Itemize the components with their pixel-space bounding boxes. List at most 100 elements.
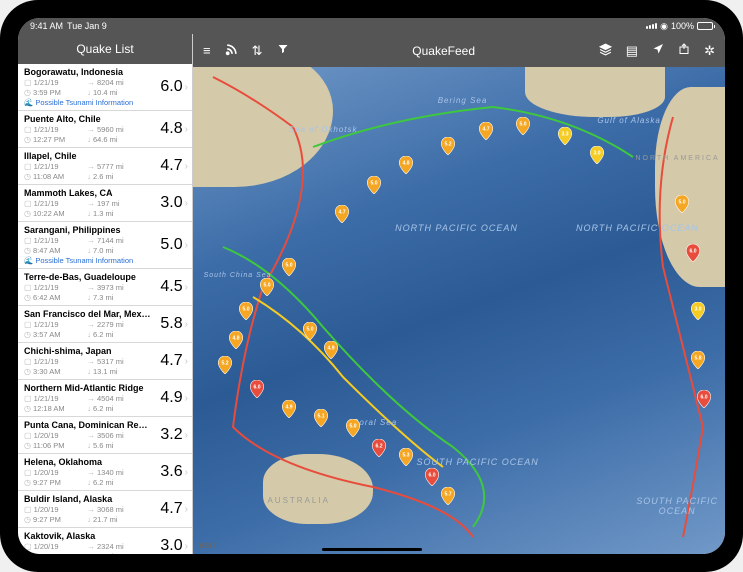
quake-time: 9:27 PM [33, 515, 61, 524]
quake-time: 9:20 PM [33, 552, 61, 554]
quake-distance: 3068 mi [97, 505, 124, 514]
map-pin[interactable]: 4.8 [229, 331, 243, 349]
chevron-right-icon: › [185, 161, 188, 172]
quake-date: 1/20/19 [34, 468, 59, 477]
quake-item[interactable]: Punta Cana, Dominican Repub… ▢1/20/19 →3… [18, 417, 192, 454]
map-pin[interactable]: 5.2 [218, 356, 232, 374]
sort-icon[interactable]: ⇅ [252, 43, 263, 59]
settings-icon[interactable]: ✲ [704, 43, 715, 59]
quake-distance: 2279 mi [97, 320, 124, 329]
layers-icon[interactable] [599, 43, 612, 59]
depth-icon: ↓ [87, 246, 91, 255]
quake-item[interactable]: Terre-de-Bas, Guadeloupe ▢1/21/19 →3973 … [18, 269, 192, 306]
distance-icon: → [87, 78, 95, 87]
map-pin[interactable]: 5.0 [516, 117, 530, 135]
quake-item[interactable]: Mammoth Lakes, CA ▢1/21/19 →197 mi ◷10:2… [18, 185, 192, 222]
map-pin[interactable]: 5.0 [303, 322, 317, 340]
distance-icon: → [87, 542, 95, 551]
quake-date: 1/21/19 [34, 162, 59, 171]
quake-date: 1/20/19 [34, 431, 59, 440]
label-south-pacific-2: SOUTH PACIFIC OCEAN [629, 496, 725, 516]
svg-text:4.7: 4.7 [338, 209, 345, 215]
calendar-icon: ▢ [24, 236, 32, 245]
list-icon[interactable]: ▤ [626, 43, 638, 59]
map-pin[interactable]: 3.0 [691, 302, 705, 320]
quake-location: San Francisco del Mar, Mexico [24, 309, 153, 319]
map-pin[interactable]: 5.0 [239, 302, 253, 320]
battery-icon [697, 22, 713, 30]
quake-item[interactable]: Helena, Oklahoma ▢1/20/19 →1340 mi ◷9:27… [18, 454, 192, 491]
home-indicator[interactable] [322, 548, 422, 551]
quake-item[interactable]: Kaktovik, Alaska ▢1/20/19 →2324 mi ◷9:20… [18, 528, 192, 554]
quake-list[interactable]: Bogorawatu, Indonesia ▢1/21/19 →8204 mi … [18, 64, 192, 554]
quake-magnitude: 3.0 [153, 194, 183, 212]
wifi-icon: ◉ [660, 21, 668, 32]
map-pin[interactable]: 4.7 [479, 122, 493, 140]
quake-magnitude: 4.8 [153, 120, 183, 138]
quake-depth: 1.3 mi [93, 209, 113, 218]
map-pin[interactable]: 6.0 [686, 244, 700, 262]
quake-item[interactable]: San Francisco del Mar, Mexico ▢1/21/19 →… [18, 306, 192, 343]
map-pin[interactable]: 5.0 [367, 176, 381, 194]
map-pin[interactable]: 3.3 [558, 127, 572, 145]
map-pin[interactable]: 6.0 [425, 468, 439, 486]
quake-magnitude: 4.7 [153, 500, 183, 518]
map-pin[interactable]: 5.0 [346, 419, 360, 437]
quake-distance: 197 mi [97, 199, 120, 208]
map-pin[interactable]: 3.0 [590, 146, 604, 164]
quake-magnitude: 6.0 [153, 78, 183, 96]
map-pin[interactable]: 6.2 [372, 439, 386, 457]
svg-text:4.7: 4.7 [482, 126, 489, 132]
calendar-icon: ▢ [24, 78, 32, 87]
svg-text:6.2: 6.2 [376, 443, 383, 449]
svg-text:5.0: 5.0 [243, 307, 250, 313]
filter-icon[interactable] [277, 43, 289, 59]
feed-icon[interactable] [225, 43, 238, 59]
map-pin[interactable]: 4.8 [399, 156, 413, 174]
svg-text:5.0: 5.0 [370, 180, 377, 186]
menu-icon[interactable]: ≡ [203, 43, 211, 59]
quake-depth: 13.1 mi [93, 367, 118, 376]
quake-location: Illapel, Chile [24, 151, 153, 161]
map[interactable]: NORTH PACIFIC OCEAN NORTH PACIFIC OCEAN … [193, 67, 725, 554]
quake-item[interactable]: Buldir Island, Alaska ▢1/20/19 →3068 mi … [18, 491, 192, 528]
quake-item[interactable]: Puente Alto, Chile ▢1/21/19 →5960 mi ◷12… [18, 111, 192, 148]
map-pin[interactable]: 5.1 [314, 409, 328, 427]
svg-text:6.0: 6.0 [429, 472, 436, 478]
map-pin[interactable]: 5.0 [260, 278, 274, 296]
distance-icon: → [87, 357, 95, 366]
label-north-pacific: NORTH PACIFIC OCEAN [395, 223, 518, 233]
share-icon[interactable] [678, 43, 690, 59]
map-pin[interactable]: 4.7 [335, 205, 349, 223]
map-pin[interactable]: 6.0 [250, 380, 264, 398]
map-pin[interactable]: 4.9 [282, 400, 296, 418]
quake-magnitude: 4.5 [153, 278, 183, 296]
map-pin[interactable]: 5.7 [441, 487, 455, 505]
quake-item[interactable]: Sarangani, Philippines ▢1/21/19 →7144 mi… [18, 222, 192, 269]
quake-location: Terre-de-Bas, Guadeloupe [24, 272, 153, 282]
map-pin[interactable]: 5.2 [441, 137, 455, 155]
map-pin[interactable]: 6.0 [697, 390, 711, 408]
distance-icon: → [87, 162, 95, 171]
quake-item[interactable]: Illapel, Chile ▢1/21/19 →5777 mi ◷11:08 … [18, 148, 192, 185]
map-pin[interactable]: 5.3 [399, 448, 413, 466]
clock-icon: ◷ [24, 367, 31, 376]
map-pin[interactable]: 5.0 [282, 258, 296, 276]
quake-date: 1/21/19 [34, 125, 59, 134]
quake-item[interactable]: Chichi-shima, Japan ▢1/21/19 →5317 mi ◷3… [18, 343, 192, 380]
quake-time: 3:30 AM [33, 367, 61, 376]
svg-text:5.2: 5.2 [221, 360, 228, 366]
map-pin[interactable]: 5.8 [691, 351, 705, 369]
location-icon[interactable] [652, 43, 664, 59]
quake-item[interactable]: Bogorawatu, Indonesia ▢1/21/19 →8204 mi … [18, 64, 192, 111]
quake-depth: 64.6 mi [93, 135, 118, 144]
fault-lines [193, 67, 725, 554]
quake-item[interactable]: Northern Mid-Atlantic Ridge ▢1/21/19 →45… [18, 380, 192, 417]
quake-distance: 8204 mi [97, 78, 124, 87]
depth-icon: ↓ [87, 367, 91, 376]
svg-text:3.3: 3.3 [562, 131, 569, 137]
calendar-icon: ▢ [24, 542, 32, 551]
map-pin[interactable]: 4.9 [324, 341, 338, 359]
svg-text:5.3: 5.3 [402, 453, 409, 459]
map-pin[interactable]: 5.0 [675, 195, 689, 213]
